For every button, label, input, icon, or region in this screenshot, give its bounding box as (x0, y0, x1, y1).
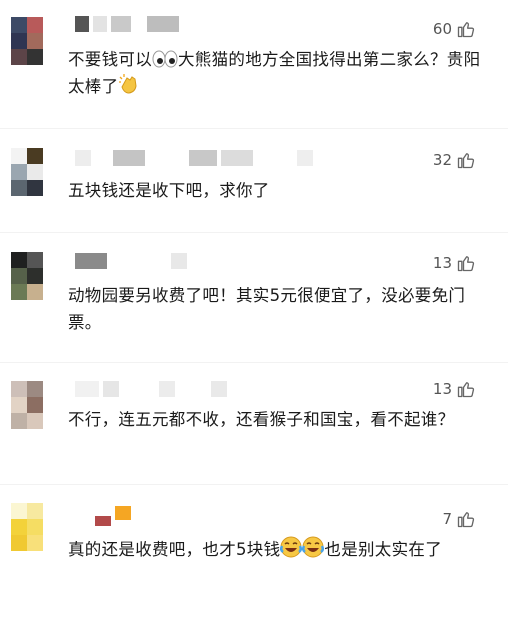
avatar[interactable] (11, 17, 43, 65)
like-count: 7 (442, 510, 452, 528)
like-control[interactable]: 7 (442, 509, 476, 529)
comment-text: 动物园要另收费了吧！其实5元很便宜了，没必要免门票。 (68, 282, 488, 336)
tears-of-joy-emoji-icon (302, 536, 325, 558)
thumbs-up-icon[interactable] (456, 19, 476, 39)
like-control[interactable]: 13 (433, 379, 476, 399)
eyes-emoji-icon (152, 50, 178, 68)
like-count: 32 (432, 151, 452, 169)
comment-text-part: 动物园要另收费了吧！其实5元很便宜了，没必要免门票。 (68, 286, 466, 332)
divider (0, 128, 508, 129)
thumbs-up-icon[interactable] (456, 509, 476, 529)
username-redacted[interactable] (75, 253, 191, 269)
tears-of-joy-emoji-icon (280, 536, 303, 558)
username-redacted[interactable] (75, 150, 317, 166)
username-redacted[interactable] (75, 16, 183, 32)
comment-text: 不要钱可以 大熊猫的地方全国找得出第二家么？贵阳太棒了 (68, 46, 488, 100)
thumbs-up-icon[interactable] (456, 150, 476, 170)
comment-text-part: 不要钱可以 (68, 50, 152, 69)
like-count: 13 (432, 254, 452, 272)
like-control[interactable]: 13 (433, 253, 476, 273)
comment-text: 不行，连五元都不收，还看猴子和国宝，看不起谁？ (68, 406, 488, 433)
like-control[interactable]: 60 (433, 19, 476, 39)
thumbs-up-icon[interactable] (456, 379, 476, 399)
thumbs-up-icon[interactable] (456, 253, 476, 273)
username-redacted[interactable] (75, 381, 231, 397)
like-count: 60 (432, 20, 452, 38)
avatar[interactable] (11, 381, 43, 429)
comment-text-part: 不行，连五元都不收，还看猴子和国宝，看不起谁？ (68, 410, 455, 429)
avatar[interactable] (11, 252, 43, 300)
avatar[interactable] (11, 148, 43, 196)
divider (0, 232, 508, 233)
comment-text-part: 真的还是收费吧，也才5块钱 (68, 540, 281, 559)
divider (0, 362, 508, 363)
like-control[interactable]: 32 (433, 150, 476, 170)
like-count: 13 (432, 380, 452, 398)
avatar[interactable] (11, 503, 43, 551)
comment-text-part: 五块钱还是收下吧，求你了 (68, 181, 270, 200)
comment-text-part: 也是别太实在了 (324, 540, 443, 559)
divider (0, 484, 508, 485)
username-redacted[interactable] (95, 506, 135, 526)
comment-text: 五块钱还是收下吧，求你了 (68, 177, 488, 204)
comment-text: 真的还是收费吧，也才5块钱 也是别太实在了 (68, 536, 488, 563)
clapping-hands-emoji-icon (119, 74, 137, 94)
